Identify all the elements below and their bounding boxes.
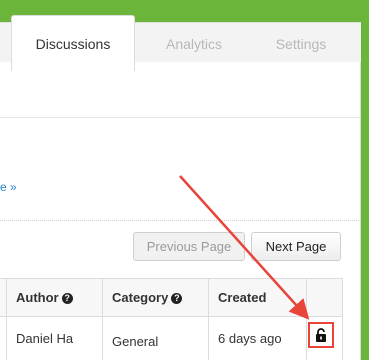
main-panel: e » Previous Page Next Page Author? Cate… (0, 62, 361, 360)
tab-discussions[interactable]: Discussions (11, 15, 135, 71)
divider (0, 117, 361, 118)
header-cell-title (0, 279, 7, 316)
more-link[interactable]: e » (0, 180, 17, 194)
next-page-button[interactable]: Next Page (251, 232, 341, 261)
row-title-cell (0, 317, 7, 360)
row-created: 6 days ago (209, 317, 307, 360)
lock-highlight[interactable] (308, 322, 334, 348)
header-author-label: Author (16, 290, 59, 305)
unlocked-padlock-icon[interactable] (315, 328, 327, 343)
table-header: Author? Category? Created (0, 279, 342, 317)
header-category-label: Category (112, 290, 169, 305)
header-category[interactable]: Category? (103, 279, 209, 316)
help-icon[interactable]: ? (171, 293, 183, 304)
header-author[interactable]: Author? (7, 279, 103, 316)
help-icon[interactable]: ? (61, 293, 73, 304)
table-row[interactable]: Daniel Ha General 6 days ago (0, 317, 342, 360)
tab-settings[interactable]: Settings (248, 22, 354, 66)
row-author: Daniel Ha (7, 317, 103, 360)
discussions-table: Author? Category? Created Daniel Ha Gene… (0, 278, 343, 360)
row-category: General (103, 317, 209, 360)
previous-page-button[interactable]: Previous Page (133, 232, 245, 261)
header-created-label: Created (218, 290, 267, 305)
tab-bar: Discussions Analytics Settings (0, 8, 369, 72)
tab-analytics[interactable]: Analytics (142, 22, 246, 66)
header-actions (307, 279, 343, 316)
header-created[interactable]: Created (209, 279, 307, 316)
dotted-divider (0, 220, 361, 221)
